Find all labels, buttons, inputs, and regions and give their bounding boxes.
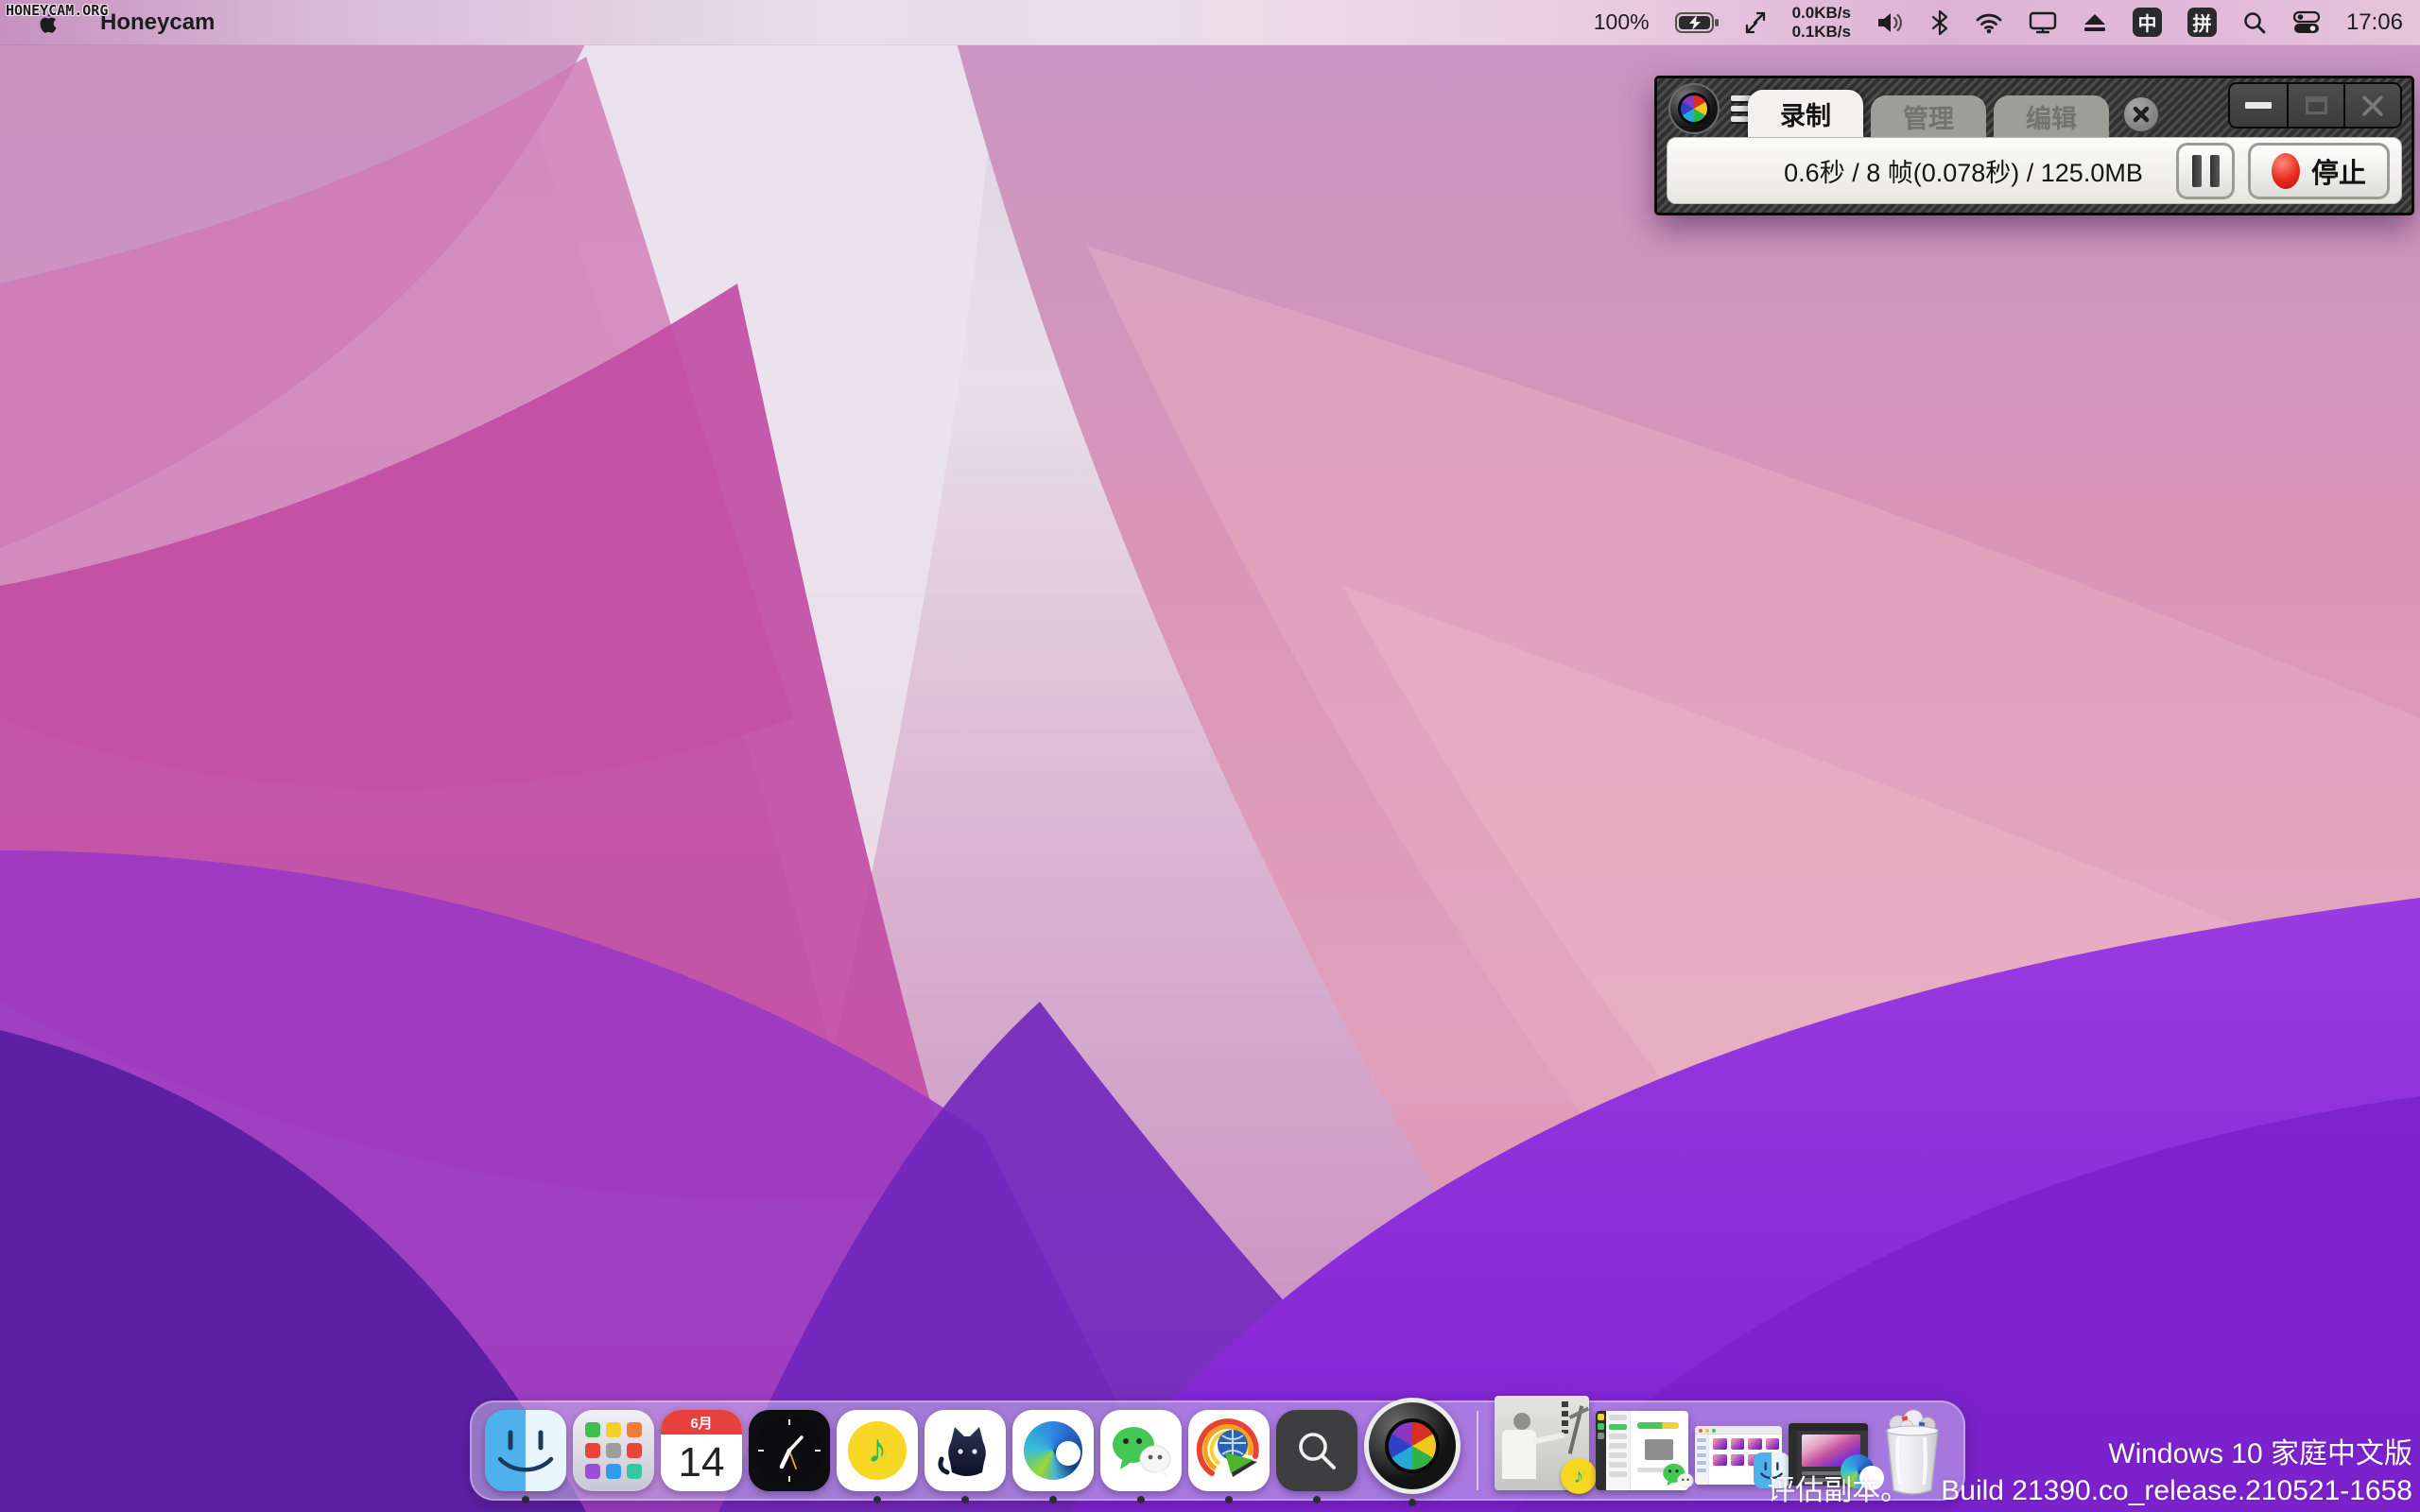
eject-icon[interactable] xyxy=(2083,11,2107,34)
running-dot xyxy=(961,1496,969,1503)
battery-percent: 100% xyxy=(1593,9,1650,34)
edge-icon xyxy=(1012,1410,1094,1491)
search-icon[interactable] xyxy=(2242,10,2267,35)
wechat-badge-icon xyxy=(1660,1458,1696,1494)
dock-item-launchpad[interactable] xyxy=(573,1410,654,1491)
running-dot xyxy=(1409,1499,1416,1506)
desktop: HONEYCAM.ORG Honeycam 100% 0.0KB/s 0.1KB… xyxy=(0,0,2420,1512)
running-dot xyxy=(1313,1496,1321,1503)
dock-separator xyxy=(1477,1411,1478,1490)
menu-bar: Honeycam 100% 0.0KB/s 0.1KB/s 中 拼 17:06 xyxy=(0,0,2420,45)
calendar-month: 6月 xyxy=(661,1410,742,1435)
dock-item-wechat[interactable] xyxy=(1100,1410,1182,1503)
dock-item-calendar[interactable]: 6月 14 xyxy=(661,1410,742,1491)
launchpad-icon xyxy=(573,1410,654,1491)
volume-icon[interactable] xyxy=(1876,10,1905,35)
recording-status: 0.6秒 / 8 帧(0.078秒) / 125.0MB xyxy=(1784,159,2143,187)
maximize-button[interactable] xyxy=(2287,84,2343,127)
running-dot xyxy=(1049,1496,1057,1503)
menu-clock[interactable]: 17:06 xyxy=(2346,9,2403,36)
record-dot-icon xyxy=(2271,152,2300,189)
tab-edit[interactable]: 编辑 xyxy=(1994,95,2109,137)
close-button[interactable] xyxy=(2343,84,2400,127)
minimized-qq-music-window[interactable]: ♪ xyxy=(1495,1396,1597,1494)
search-app-icon xyxy=(1276,1410,1357,1491)
calendar-icon: 6月 14 xyxy=(661,1410,742,1491)
cat-app-icon xyxy=(925,1410,1006,1491)
minimized-wechat-window[interactable] xyxy=(1596,1411,1694,1490)
windows-build: 评估副本。 Build 21390.co_release.210521-1658 xyxy=(1767,1475,2412,1507)
wifi-icon[interactable] xyxy=(1975,11,2003,34)
battery-charging-icon[interactable] xyxy=(1674,11,1719,34)
net-up: 0.0KB/s xyxy=(1791,4,1851,23)
maximize-icon xyxy=(2305,96,2327,114)
qq-music-badge-icon: ♪ xyxy=(1561,1458,1597,1494)
input-method-pinyin[interactable]: 拼 xyxy=(2187,8,2217,37)
honeycam-window: 录制 管理 编辑 0.6秒 / 8 帧(0.078秒) / 125.0MB 停止 xyxy=(1654,76,2414,215)
net-down: 0.1KB/s xyxy=(1791,22,1851,41)
pause-button[interactable] xyxy=(2176,142,2235,199)
dock-item-finder[interactable] xyxy=(485,1410,566,1503)
stop-button[interactable]: 停止 xyxy=(2248,142,2390,199)
calendar-day: 14 xyxy=(678,1439,725,1486)
windows-edition: Windows 10 家庭中文版 xyxy=(2108,1437,2412,1469)
network-speed[interactable]: 0.0KB/s 0.1KB/s xyxy=(1792,4,1851,40)
close-circle-button[interactable] xyxy=(2122,95,2160,133)
minimize-icon xyxy=(2245,102,2272,109)
active-app-name[interactable]: Honeycam xyxy=(100,9,215,36)
dock-item-edge[interactable] xyxy=(1012,1410,1094,1503)
dock-item-idm[interactable] xyxy=(1188,1410,1270,1503)
dock-item-qq-music[interactable]: ♪ xyxy=(837,1410,918,1503)
dock-item-cat-app[interactable] xyxy=(925,1410,1006,1503)
clock-icon xyxy=(749,1410,830,1491)
wechat-icon xyxy=(1100,1410,1182,1491)
record-panel: 0.6秒 / 8 帧(0.078秒) / 125.0MB 停止 xyxy=(1667,137,2402,204)
dock: 6月 14 ♪ ♪ xyxy=(470,1396,1965,1506)
bluetooth-icon[interactable] xyxy=(1930,9,1949,36)
window-controls xyxy=(2228,82,2402,129)
windows-watermark: Windows 10 家庭中文版 评估副本。 Build 21390.co_rel… xyxy=(1767,1435,2412,1510)
tab-record[interactable]: 录制 xyxy=(1748,90,1863,137)
honeycam-org-watermark: HONEYCAM.ORG xyxy=(6,2,109,19)
tab-manage[interactable]: 管理 xyxy=(1871,95,1986,137)
input-method-zhong[interactable]: 中 xyxy=(2132,8,2162,37)
pause-icon xyxy=(2191,154,2202,187)
stop-label: 停止 xyxy=(2310,158,2366,189)
close-icon xyxy=(2362,94,2383,116)
dock-item-honeycam[interactable] xyxy=(1364,1398,1461,1506)
idm-icon xyxy=(1188,1410,1270,1491)
running-dot xyxy=(1137,1496,1145,1503)
tab-record-label: 录制 xyxy=(1780,101,1831,130)
qq-music-icon: ♪ xyxy=(837,1410,918,1491)
running-dot xyxy=(522,1496,529,1503)
tab-manage-label: 管理 xyxy=(1903,104,1954,133)
display-icon[interactable] xyxy=(2029,10,2057,35)
finder-icon xyxy=(485,1410,566,1491)
minimize-button[interactable] xyxy=(2230,84,2287,127)
wallpaper-monterey xyxy=(0,0,2420,1512)
tab-bar: 录制 管理 编辑 xyxy=(1748,90,2117,137)
honeycam-dock-icon xyxy=(1364,1398,1461,1494)
network-arrows-icon[interactable] xyxy=(1744,10,1767,35)
tab-edit-label: 编辑 xyxy=(2026,104,2077,133)
color-wheel-icon xyxy=(1678,93,1710,125)
dock-item-clock[interactable] xyxy=(749,1410,830,1491)
control-center-icon[interactable] xyxy=(2292,10,2321,35)
honeycam-logo-icon[interactable] xyxy=(1668,83,1720,134)
running-dot xyxy=(1225,1496,1233,1503)
running-dot xyxy=(873,1496,881,1503)
dock-item-search-app[interactable] xyxy=(1276,1410,1357,1503)
